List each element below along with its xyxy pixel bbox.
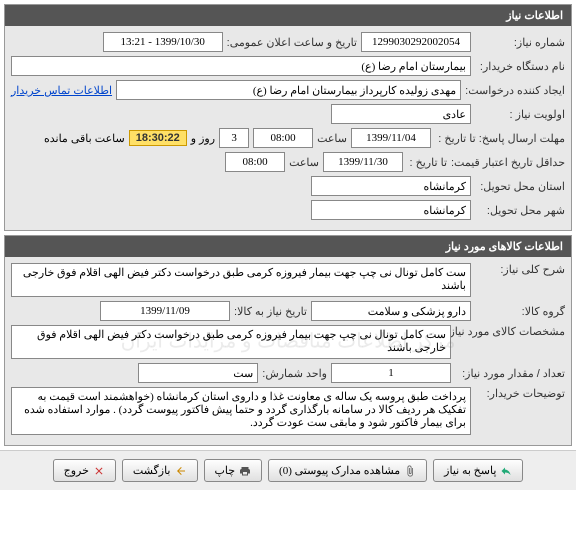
days-label: روز و: [191, 132, 215, 145]
org-field[interactable]: [11, 56, 471, 76]
validity-time-field[interactable]: [225, 152, 285, 172]
deadline-time-field[interactable]: [253, 128, 313, 148]
desc-label: شرح کلی نیاز:: [475, 263, 565, 276]
qty-field[interactable]: [331, 363, 451, 383]
need-date-label: تاریخ نیاز به کالا:: [234, 305, 307, 318]
city-field[interactable]: [311, 200, 471, 220]
announce-label: تاریخ و ساعت اعلان عمومی:: [227, 36, 357, 49]
spec-field[interactable]: [11, 325, 451, 359]
notes-label: توضیحات خریدار:: [475, 387, 565, 400]
remain-label: ساعت باقی مانده: [44, 132, 125, 145]
print-button[interactable]: چاپ: [204, 459, 263, 482]
city-label: شهر محل تحویل:: [475, 204, 565, 217]
org-label: نام دستگاه خریدار:: [475, 60, 565, 73]
unit-label: واحد شمارش:: [262, 367, 327, 380]
notes-field[interactable]: [11, 387, 471, 435]
need-info-panel: اطلاعات نیاز شماره نیاز: تاریخ و ساعت اع…: [4, 4, 572, 231]
unit-field[interactable]: [138, 363, 258, 383]
attachments-label: مشاهده مدارک پیوستی (0): [279, 464, 400, 477]
validity-date-field[interactable]: [323, 152, 403, 172]
deadline-date-field[interactable]: [351, 128, 431, 148]
goods-info-panel: اطلاعات کالاهای مورد نیاز مرکز اطلاعات م…: [4, 235, 572, 446]
back-icon: [175, 465, 187, 477]
attachments-button[interactable]: مشاهده مدارک پیوستی (0): [268, 459, 427, 482]
print-icon: [239, 465, 251, 477]
qty-label: تعداد / مقدار مورد نیاز:: [455, 367, 565, 380]
reply-icon: [500, 465, 512, 477]
validity-time-label: ساعت: [289, 156, 319, 169]
group-field[interactable]: [311, 301, 471, 321]
province-label: استان محل تحویل:: [475, 180, 565, 193]
need-number-label: شماره نیاز:: [475, 36, 565, 49]
group-label: گروه کالا:: [475, 305, 565, 318]
priority-field[interactable]: [331, 104, 471, 124]
need-info-header: اطلاعات نیاز: [5, 5, 571, 26]
deadline-label: مهلت ارسال پاسخ: تا تاریخ :: [435, 132, 565, 145]
goods-info-header: اطلاعات کالاهای مورد نیاز: [5, 236, 571, 257]
need-number-field[interactable]: [361, 32, 471, 52]
province-field[interactable]: [311, 176, 471, 196]
exit-label: خروج: [64, 464, 89, 477]
requester-field[interactable]: [116, 80, 461, 100]
countdown-timer: 18:30:22: [129, 130, 187, 146]
back-button[interactable]: بازگشت: [122, 459, 198, 482]
need-info-body: شماره نیاز: تاریخ و ساعت اعلان عمومی: نا…: [5, 26, 571, 230]
days-remaining-field[interactable]: [219, 128, 249, 148]
requester-label: ایجاد کننده درخواست:: [465, 84, 565, 97]
attachment-icon: [404, 465, 416, 477]
goods-info-body: مرکز اطلاعات مناقصات و مزایدات ایران شرح…: [5, 257, 571, 445]
exit-button[interactable]: خروج: [53, 459, 116, 482]
exit-icon: [93, 465, 105, 477]
button-bar: پاسخ به نیاز مشاهده مدارک پیوستی (0) چاپ…: [0, 450, 576, 490]
validity-label: حداقل تاریخ اعتبار قیمت:: [451, 156, 565, 169]
reply-label: پاسخ به نیاز: [444, 464, 496, 477]
priority-label: اولویت نیاز :: [475, 108, 565, 121]
need-date-field[interactable]: [100, 301, 230, 321]
desc-field[interactable]: [11, 263, 471, 297]
print-label: چاپ: [215, 464, 236, 477]
announce-field[interactable]: [103, 32, 223, 52]
deadline-time-label: ساعت: [317, 132, 347, 145]
reply-button[interactable]: پاسخ به نیاز: [433, 459, 523, 482]
contact-link[interactable]: اطلاعات تماس خریدار: [11, 84, 112, 97]
validity-to-label: تا تاریخ :: [407, 156, 447, 169]
back-label: بازگشت: [133, 464, 171, 477]
spec-label: مشخصات کالای مورد نیاز:: [455, 325, 565, 338]
